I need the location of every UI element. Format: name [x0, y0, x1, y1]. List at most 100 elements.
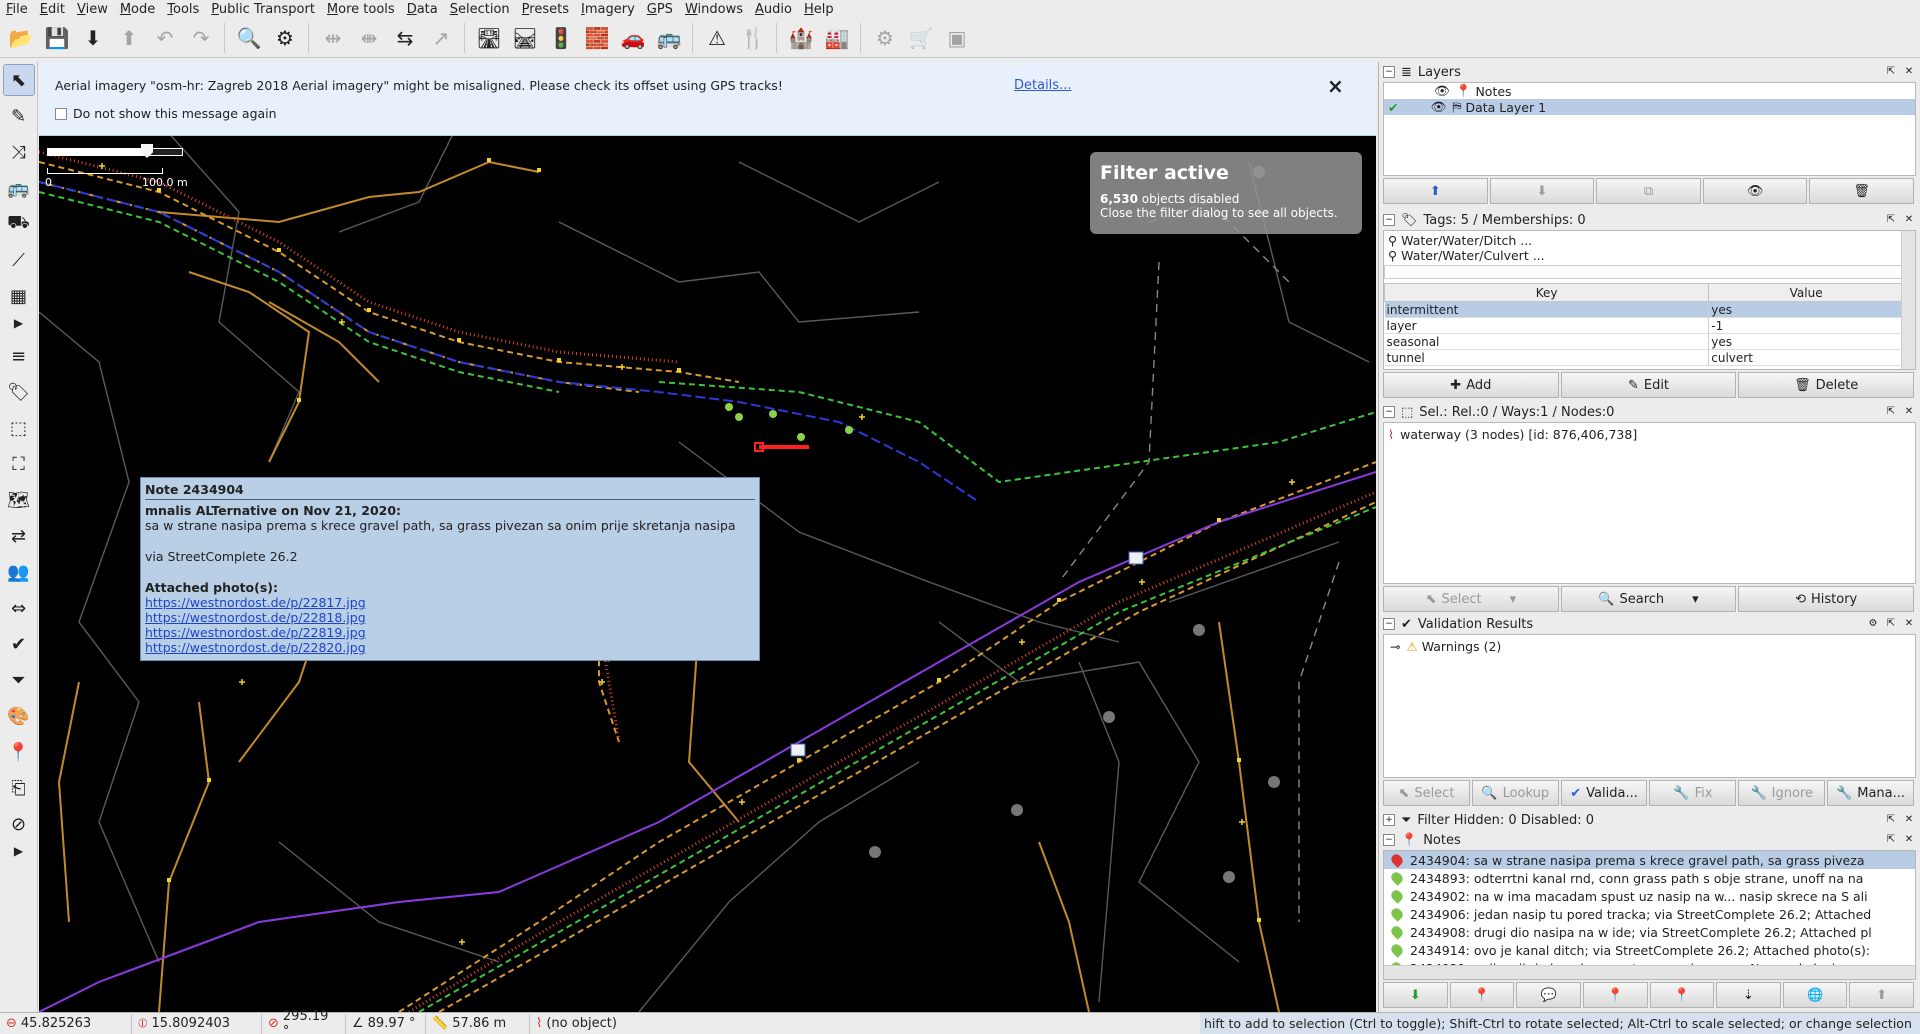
detach-icon[interactable]: ⇱ — [1884, 65, 1898, 79]
lookup-button[interactable]: 🔍 Lookup — [1471, 780, 1559, 806]
details-link[interactable]: Details... — [1014, 78, 1071, 93]
filter-button[interactable]: ⏷ — [3, 664, 35, 696]
parallel-way-button[interactable]: ⟋ — [3, 244, 35, 276]
preferences-button[interactable]: ⚙ — [268, 21, 302, 55]
menu-selection[interactable]: Selection — [450, 2, 510, 17]
map-paint-button[interactable]: 🗺 — [3, 484, 35, 516]
eye-icon[interactable]: 👁 — [1430, 99, 1446, 115]
upload-notes-button[interactable]: ⬆ — [1849, 982, 1914, 1008]
collapse-icon[interactable]: − — [1383, 618, 1395, 630]
preset-car-button[interactable]: 🚗 — [616, 21, 650, 55]
selection-panel-header[interactable]: − ⬚ Sel.: Rel.:0 / Ways:1 / Nodes:0 ⇱ ✕ — [1379, 402, 1920, 422]
tag-row[interactable]: intermittent yes — [1384, 301, 1904, 318]
save-button[interactable]: 💾 — [40, 21, 74, 55]
tag-value[interactable]: yes — [1708, 333, 1904, 350]
close-note-button[interactable]: 📍 — [1582, 982, 1648, 1008]
collapse-icon[interactable]: − — [1383, 214, 1395, 226]
split-way-button[interactable]: ⇹ — [316, 21, 350, 55]
menu-presets[interactable]: Presets — [522, 2, 569, 17]
layer-row-data[interactable]: ✔ 👁 ⛿ Data Layer 1 — [1384, 99, 1915, 115]
commands-button[interactable]: ⇔ — [3, 592, 35, 624]
search-button[interactable]: 🔍 Search ▾ — [1560, 586, 1737, 612]
tag-key[interactable]: tunnel — [1384, 349, 1710, 366]
menu-edit[interactable]: Edit — [40, 2, 65, 17]
note-photo-link[interactable]: https://westnordost.de/p/22820.jpg — [145, 640, 755, 655]
preset-castle-button[interactable]: 🏰 — [784, 21, 818, 55]
tags-scrollbar[interactable] — [1901, 231, 1915, 369]
note-list-item[interactable]: 2434902: na w ima macadam spust uz nasip… — [1384, 887, 1915, 905]
tag-key[interactable]: intermittent — [1384, 301, 1710, 318]
close-icon[interactable]: ✕ — [1902, 813, 1916, 827]
preset-restaurant-button[interactable]: 🍴 — [736, 21, 770, 55]
tag-value[interactable]: yes — [1708, 301, 1904, 318]
close-icon[interactable]: ✕ — [1902, 65, 1916, 79]
improve-way-button[interactable]: ⤨ — [3, 136, 35, 168]
close-icon[interactable]: ✕ — [1902, 617, 1916, 631]
building-button[interactable]: ▦ — [3, 280, 35, 312]
tag-row[interactable]: tunnel culvert — [1384, 349, 1904, 366]
tags-panel-header[interactable]: − 🏷 Tags: 5 / Memberships: 0 ⇱ ✕ — [1379, 210, 1920, 230]
notes-button[interactable]: 📍 — [3, 736, 35, 768]
key-column-header[interactable]: Key — [1383, 283, 1710, 302]
menu-file[interactable]: File — [6, 2, 28, 17]
select-button[interactable]: ⬉ Select ▾ — [1383, 586, 1559, 612]
detach-icon[interactable]: ⇱ — [1884, 213, 1898, 227]
validator-button[interactable]: ✔ — [3, 628, 35, 660]
preset-traffic-light-button[interactable]: 🚦 — [544, 21, 578, 55]
zoom-slider[interactable] — [47, 148, 183, 156]
expand-arrow-icon[interactable]: ▶ — [14, 316, 23, 334]
layer-row-notes[interactable]: 👁 📍 Notes — [1384, 83, 1915, 99]
dropdown-arrow-icon[interactable]: ▾ — [1510, 592, 1517, 607]
preset-cart-button[interactable]: 🛒 — [904, 21, 938, 55]
menu-public-transport[interactable]: Public Transport — [211, 2, 315, 17]
edit-tag-button[interactable]: ✎ Edit — [1560, 372, 1737, 398]
tag-row[interactable]: layer -1 — [1384, 317, 1904, 334]
open-in-browser-button[interactable]: 🌐 — [1782, 982, 1848, 1008]
preset-hazard-button[interactable]: ⚠ — [700, 21, 734, 55]
redo-button[interactable]: ↷ — [184, 21, 218, 55]
note-list-item[interactable]: 2434914: ovo je kanal ditch; via StreetC… — [1384, 941, 1915, 959]
relations-toggle-button[interactable]: ⛶ — [3, 448, 35, 480]
preset-barrier-button[interactable]: 🧱 — [580, 21, 614, 55]
collapse-icon[interactable]: − — [1383, 66, 1395, 78]
tags-toggle-button[interactable]: 🏷 — [3, 376, 35, 408]
tree-expand-icon[interactable]: ⊸ — [1390, 639, 1400, 654]
validate-button[interactable]: ✔ Valida... — [1560, 780, 1648, 806]
tag-value[interactable]: culvert — [1708, 349, 1904, 366]
preset-bus-button[interactable]: 🚌 — [652, 21, 686, 55]
detach-icon[interactable]: ⇱ — [1884, 617, 1898, 631]
note-photo-link[interactable]: https://westnordost.de/p/22819.jpg — [145, 625, 755, 640]
draw-tool-button[interactable]: ✎ — [3, 100, 35, 132]
preset-rail-button[interactable]: 🛤 — [508, 21, 542, 55]
notes-scrollbar[interactable] — [1384, 965, 1915, 979]
collapse-icon[interactable]: − — [1383, 834, 1395, 846]
fix-button[interactable]: 🔧 Fix — [1649, 780, 1737, 806]
reopen-note-button[interactable]: 📍 — [1649, 982, 1715, 1008]
history-button[interactable]: ⟲ History — [1738, 586, 1915, 612]
tag-value[interactable]: -1 — [1708, 317, 1904, 334]
visibility-button[interactable]: 👁 — [1702, 178, 1808, 204]
close-icon[interactable]: ✕ — [1902, 213, 1916, 227]
warnings-node[interactable]: ⊸ ⚠ Warnings (2) — [1390, 639, 1909, 654]
detach-icon[interactable]: ⇱ — [1884, 813, 1898, 827]
conflict-button[interactable]: ⇄ — [3, 520, 35, 552]
public-transport-button[interactable]: 🚌 — [3, 172, 35, 204]
expand-arrow-icon[interactable]: ▶ — [14, 844, 23, 862]
menu-more-tools[interactable]: More tools — [327, 2, 395, 17]
comment-button[interactable]: 💬 — [1516, 982, 1581, 1008]
combine-way-button[interactable]: ⇼ — [352, 21, 386, 55]
history-button[interactable]: ⎗ — [3, 772, 35, 804]
note-photo-link[interactable]: https://westnordost.de/p/22817.jpg — [145, 595, 755, 610]
menu-data[interactable]: Data — [407, 2, 438, 17]
note-list-item[interactable]: 2434908: drugi dio nasipa na w ide; via … — [1384, 923, 1915, 941]
note-list-item[interactable]: 2434893: odterrtni kanal rnd, conn grass… — [1384, 869, 1915, 887]
dont-show-checkbox[interactable]: Do not show this message again — [55, 106, 277, 121]
menu-mode[interactable]: Mode — [120, 2, 155, 17]
selection-toggle-button[interactable]: ⬚ — [3, 412, 35, 444]
selection-item[interactable]: ⌇ waterway (3 nodes) [id: 876,406,738] — [1388, 427, 1911, 442]
map-view[interactable]: Aerial imagery "osm-hr: Zagreb 2018 Aeri… — [39, 62, 1376, 1012]
collapse-icon[interactable]: − — [1383, 406, 1395, 418]
preset-culvert[interactable]: ⚲ Water/Water/Culvert ... — [1388, 248, 1911, 263]
open-button[interactable]: 📂 — [4, 21, 38, 55]
close-icon[interactable]: ✕ — [1902, 833, 1916, 847]
